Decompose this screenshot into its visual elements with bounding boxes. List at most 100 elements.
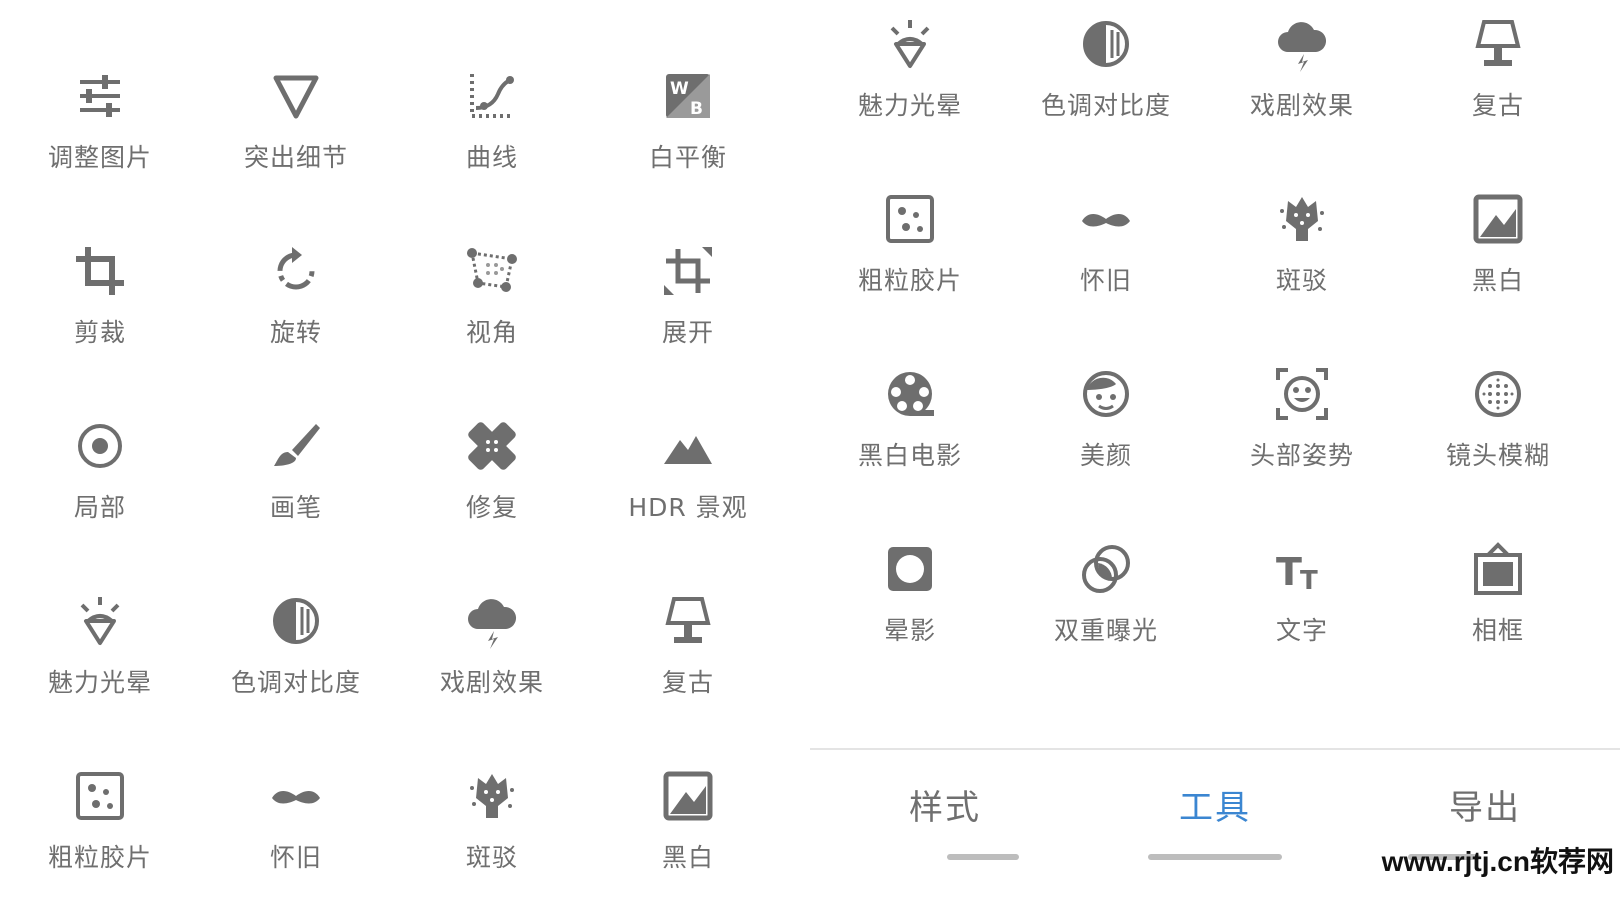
tune-icon xyxy=(70,66,130,126)
tool-label: 斑驳 xyxy=(465,843,518,872)
tool-glamour-glow[interactable]: 魅力光晕 xyxy=(810,14,1010,164)
svg-text:B: B xyxy=(690,99,703,119)
tool-vintage-lamp[interactable]: 复古 xyxy=(1398,14,1598,164)
brush-icon xyxy=(266,416,326,476)
tool-retrolux-mustache[interactable]: 怀旧 xyxy=(196,766,396,916)
tool-white-balance[interactable]: W B 白平衡 xyxy=(588,66,788,216)
text-icon: TT xyxy=(1272,539,1332,599)
tool-label: 曲线 xyxy=(465,143,518,172)
tool-curves[interactable]: 曲线 xyxy=(392,66,592,216)
tool-frame[interactable]: 相框 xyxy=(1398,539,1598,689)
tool-label: 怀旧 xyxy=(269,843,322,872)
tool-tonal-contrast[interactable]: 色调对比度 xyxy=(1006,14,1206,164)
tab-styles[interactable]: 样式 xyxy=(845,780,1045,829)
tool-grunge[interactable]: 斑驳 xyxy=(392,766,592,916)
retrolux-mustache-icon xyxy=(266,766,326,826)
tool-drama-cloud[interactable]: 戏剧效果 xyxy=(392,591,592,741)
face-icon xyxy=(1076,364,1136,424)
tool-face[interactable]: 美颜 xyxy=(1006,364,1206,514)
perspective-icon xyxy=(462,241,522,301)
tool-label: 魅力光晕 xyxy=(857,91,962,120)
tool-selective[interactable]: 局部 xyxy=(0,416,200,566)
tool-hdr-mountain[interactable]: HDR 景观 xyxy=(588,416,788,566)
tool-label: 双重曝光 xyxy=(1053,616,1158,645)
tool-double-exposure[interactable]: 双重曝光 xyxy=(1006,539,1206,689)
rotate-icon xyxy=(266,241,326,301)
tool-label: 展开 xyxy=(661,318,714,347)
retrolux-mustache-icon xyxy=(1076,189,1136,249)
grainy-film-icon xyxy=(70,766,130,826)
tool-crop[interactable]: 剪裁 xyxy=(0,241,200,391)
tool-grunge[interactable]: 斑驳 xyxy=(1202,189,1402,339)
tool-black-white[interactable]: 黑白 xyxy=(588,766,788,916)
tool-healing[interactable]: 修复 xyxy=(392,416,592,566)
lens-blur-icon xyxy=(1468,364,1528,424)
tonal-contrast-icon xyxy=(266,591,326,651)
tab-tools[interactable]: 工具 xyxy=(1115,780,1315,829)
svg-text:W: W xyxy=(670,79,689,99)
tool-grainy-film[interactable]: 粗粒胶片 xyxy=(0,766,200,916)
svg-text:T: T xyxy=(1276,550,1302,594)
tool-label: 戏剧效果 xyxy=(439,668,544,697)
tool-grainy-film[interactable]: 粗粒胶片 xyxy=(810,189,1010,339)
tool-glamour-glow[interactable]: 魅力光晕 xyxy=(0,591,200,741)
white-balance-icon: WB xyxy=(658,66,718,126)
tool-label: 美颜 xyxy=(1079,441,1132,470)
grainy-film-icon xyxy=(880,189,940,249)
black-white-icon xyxy=(658,766,718,826)
tool-noir-film-reel[interactable]: 黑白电影 xyxy=(810,364,1010,514)
drama-cloud-icon xyxy=(462,591,522,651)
tonal-contrast-icon xyxy=(1076,14,1136,74)
tool-label: 复古 xyxy=(1471,91,1524,120)
tool-label: 头部姿势 xyxy=(1249,441,1354,470)
vignette-icon xyxy=(880,539,940,599)
tool-details[interactable]: 突出细节 xyxy=(196,66,396,216)
tool-label: 旋转 xyxy=(269,318,322,347)
tool-label: 调整图片 xyxy=(47,143,152,172)
tool-label: 色调对比度 xyxy=(230,668,361,697)
tool-label: 镜头模糊 xyxy=(1445,441,1550,470)
tool-expand[interactable]: 展开 xyxy=(588,241,788,391)
tool-brush[interactable]: 画笔 xyxy=(196,416,396,566)
tool-label: 怀旧 xyxy=(1079,266,1132,295)
vintage-lamp-icon xyxy=(1468,14,1528,74)
head-pose-icon xyxy=(1272,364,1332,424)
tool-drama-cloud[interactable]: 戏剧效果 xyxy=(1202,14,1402,164)
grunge-icon xyxy=(1272,189,1332,249)
tool-black-white[interactable]: 黑白 xyxy=(1398,189,1598,339)
tool-head-pose[interactable]: 头部姿势 xyxy=(1202,364,1402,514)
site-watermark: www.rjtj.cn软荐网 xyxy=(1381,846,1614,877)
tool-tune[interactable]: 调整图片 xyxy=(0,66,200,216)
tool-text[interactable]: T T 文字 xyxy=(1202,539,1402,689)
tool-rotate[interactable]: 旋转 xyxy=(196,241,396,391)
tool-label: 粗粒胶片 xyxy=(857,266,962,295)
frame-icon xyxy=(1468,539,1528,599)
tool-label: 斑驳 xyxy=(1275,266,1328,295)
tool-label: 突出细节 xyxy=(243,143,348,172)
tool-perspective[interactable]: 视角 xyxy=(392,241,592,391)
tool-label: 白平衡 xyxy=(648,143,727,172)
tool-label: 复古 xyxy=(661,668,714,697)
tool-label: 画笔 xyxy=(269,493,322,522)
hdr-mountain-icon xyxy=(658,416,718,476)
tool-vintage-lamp[interactable]: 复古 xyxy=(588,591,788,741)
grunge-icon xyxy=(462,766,522,826)
tool-label: HDR 景观 xyxy=(628,493,748,522)
tool-lens-blur[interactable]: 镜头模糊 xyxy=(1398,364,1598,514)
tab-export[interactable]: 导出 xyxy=(1385,780,1585,829)
tool-label: 修复 xyxy=(465,493,518,522)
tool-label: 文字 xyxy=(1275,616,1328,645)
vintage-lamp-icon xyxy=(658,591,718,651)
tool-label: 局部 xyxy=(73,493,126,522)
expand-icon xyxy=(658,241,718,301)
tool-label: 相框 xyxy=(1471,616,1524,645)
selective-icon xyxy=(70,416,130,476)
tool-label: 色调对比度 xyxy=(1040,91,1171,120)
tool-tonal-contrast[interactable]: 色调对比度 xyxy=(196,591,396,741)
tool-vignette[interactable]: 晕影 xyxy=(810,539,1010,689)
tool-retrolux-mustache[interactable]: 怀旧 xyxy=(1006,189,1206,339)
tool-label: 黑白 xyxy=(1471,266,1524,295)
crop-icon xyxy=(70,241,130,301)
left-tools-panel: 调整图片 突出细节 曲线 W B 白平衡剪裁 旋转 视角 展开局部 画笔 修复 HDR 景观魅力光晕 色… xyxy=(0,0,810,910)
bottom-tab-bar: 样式 工具 导出 xyxy=(810,750,1620,910)
